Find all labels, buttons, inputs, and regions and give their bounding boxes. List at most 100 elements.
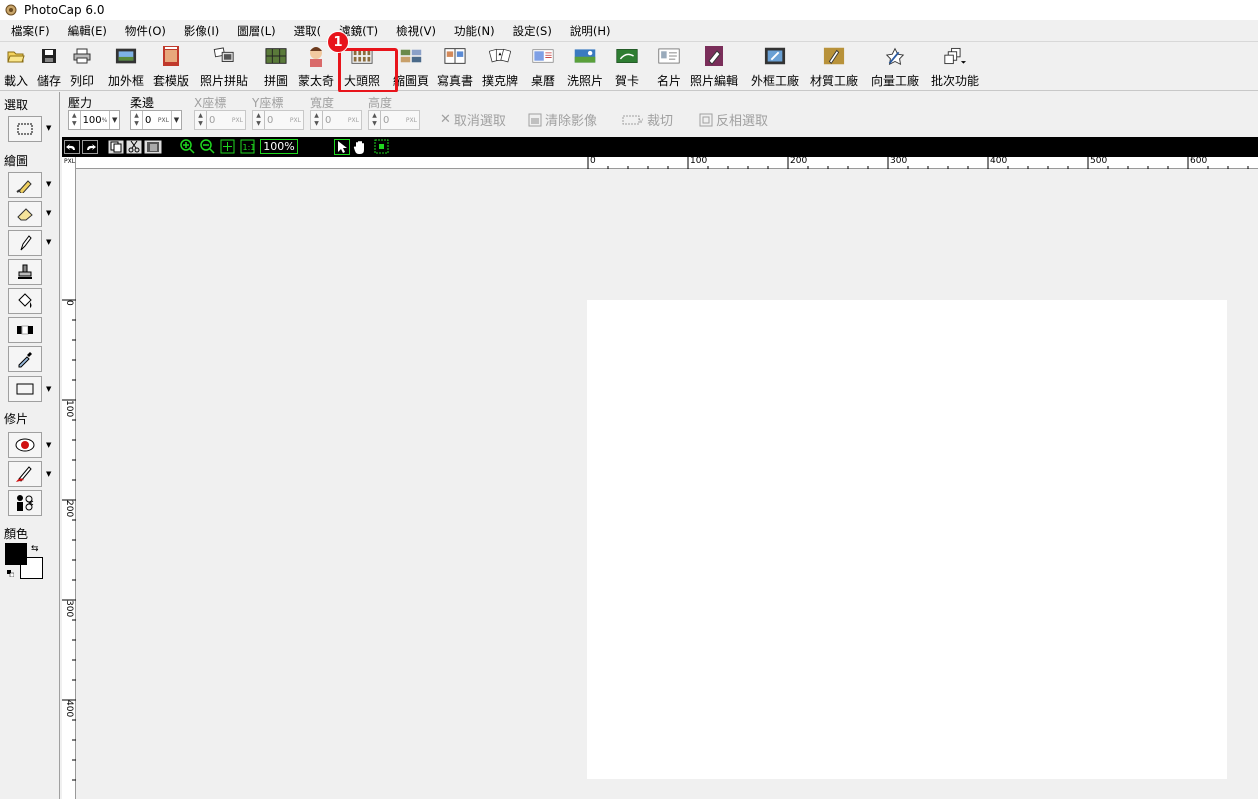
shape-tool[interactable] xyxy=(8,376,42,402)
select-all-button[interactable] xyxy=(374,139,389,154)
menu-object[interactable]: 物件(O) xyxy=(116,23,175,39)
printer-icon xyxy=(71,45,93,67)
width-option: 寬度 ▲ ▼ 0 PXL xyxy=(310,94,362,130)
pressure-spinner[interactable]: ▲ ▼ 100 % ▼ xyxy=(68,110,120,130)
photo-edit-button[interactable]: 照片編輯 xyxy=(690,45,738,89)
spinner-arrows-icon[interactable]: ▲ ▼ xyxy=(195,111,207,129)
undo-button[interactable] xyxy=(64,139,80,154)
foreground-color-swatch[interactable] xyxy=(5,543,27,565)
width-spinner[interactable]: ▲ ▼ 0 PXL xyxy=(310,110,362,130)
zoom-in-button[interactable] xyxy=(180,139,195,154)
clear-image-button[interactable]: 清除影像 xyxy=(528,110,597,129)
spinner-arrows-icon[interactable]: ▲ ▼ xyxy=(253,111,265,129)
brush-icon xyxy=(16,180,32,193)
pointer-tool-button[interactable] xyxy=(334,138,350,155)
redo-button[interactable] xyxy=(82,139,98,154)
ruler-v-tick: 0 xyxy=(64,300,74,306)
batch-icon xyxy=(944,45,966,67)
y-coord-spinner[interactable]: ▲ ▼ 0 PXL xyxy=(252,110,304,130)
pressure-dropdown-icon[interactable]: ▼ xyxy=(109,111,119,129)
menu-help[interactable]: 說明(H) xyxy=(561,23,620,39)
menu-view[interactable]: 檢視(V) xyxy=(387,23,445,39)
save-button[interactable]: 儲存 xyxy=(37,45,61,89)
canvas-toolbar: 1:1 100% xyxy=(62,137,1258,157)
eraser-tool[interactable] xyxy=(8,201,42,227)
desk-calendar-icon xyxy=(532,45,554,67)
batch-button[interactable]: 批次功能 xyxy=(931,45,979,89)
spinner-arrows-icon[interactable]: ▲ ▼ xyxy=(369,111,381,129)
red-eye-dropdown-icon[interactable]: ▼ xyxy=(46,441,51,449)
paste-button[interactable] xyxy=(144,139,162,154)
copy-button[interactable] xyxy=(108,139,124,154)
zoom-out-button[interactable] xyxy=(200,139,215,154)
cutout-tool[interactable] xyxy=(8,490,42,516)
menu-layer[interactable]: 圖層(L) xyxy=(228,23,284,39)
gradient-tool[interactable] xyxy=(8,317,42,343)
spinner-arrows-icon[interactable]: ▲ ▼ xyxy=(311,111,323,129)
business-card-button[interactable]: 名片 xyxy=(657,45,681,89)
brush-dropdown-icon[interactable]: ▼ xyxy=(46,180,51,188)
shape-dropdown-icon[interactable]: ▼ xyxy=(46,385,51,393)
menu-bar: 檔案(F) 編輯(E) 物件(O) 影像(I) 圖層(L) 選取( 濾鏡(T) … xyxy=(0,20,1258,41)
rect-select-tool[interactable] xyxy=(8,116,42,142)
pencil-icon xyxy=(20,235,32,251)
height-spinner[interactable]: ▲ ▼ 0 PXL xyxy=(368,110,420,130)
pencil-tool[interactable] xyxy=(8,230,42,256)
select-tool-dropdown-icon[interactable]: ▼ xyxy=(46,124,51,132)
menu-settings[interactable]: 設定(S) xyxy=(504,23,561,39)
clear-image-icon xyxy=(528,113,542,126)
menu-select[interactable]: 選取( xyxy=(285,23,331,39)
menu-edit[interactable]: 編輯(E) xyxy=(59,23,116,39)
fill-tool[interactable] xyxy=(8,288,42,314)
fit-window-button[interactable] xyxy=(220,139,235,154)
feather-dropdown-icon[interactable]: ▼ xyxy=(171,111,181,129)
canvas-workspace[interactable]: 0 100 200 300 400 500 600 PXL 0 100 200 … xyxy=(62,156,1258,799)
photo-edit-icon xyxy=(703,45,725,67)
stamp-tool[interactable] xyxy=(8,259,42,285)
thumbnail-page-button[interactable]: 縮圖頁 xyxy=(393,45,429,89)
poker-card-button[interactable]: 撲克牌 xyxy=(482,45,518,89)
open-button[interactable]: 載入 xyxy=(4,45,28,89)
frame-factory-button[interactable]: 外框工廠 xyxy=(751,45,799,89)
photo-collage-button[interactable]: 照片拼貼 xyxy=(200,45,248,89)
pan-tool-button[interactable] xyxy=(352,139,368,154)
greeting-card-button[interactable]: 賀卡 xyxy=(615,45,639,89)
spinner-arrows-icon[interactable]: ▲ ▼ xyxy=(69,111,81,129)
photo-book-button[interactable]: 寫真書 xyxy=(437,45,473,89)
actual-size-button[interactable]: 1:1 xyxy=(240,139,255,154)
add-frame-button[interactable]: 加外框 xyxy=(108,45,144,89)
vector-factory-button[interactable]: 向量工廠 xyxy=(871,45,919,89)
image-canvas[interactable] xyxy=(587,300,1227,779)
menu-image[interactable]: 影像(I) xyxy=(175,23,228,39)
puzzle-icon xyxy=(265,45,287,67)
retouch-brush-icon xyxy=(16,466,32,482)
select-section-label: 選取 xyxy=(4,98,29,112)
print-button[interactable]: 列印 xyxy=(70,45,94,89)
swap-colors-icon[interactable]: ⇆ xyxy=(31,544,39,554)
eraser-dropdown-icon[interactable]: ▼ xyxy=(46,209,51,217)
reset-colors-icon[interactable] xyxy=(7,570,14,577)
ruler-h-tick: 600 xyxy=(1190,156,1208,166)
apply-template-button[interactable]: 套模版 xyxy=(153,45,189,89)
texture-factory-button[interactable]: 材質工廠 xyxy=(810,45,858,89)
eyedropper-tool[interactable] xyxy=(8,346,42,372)
montage-button[interactable]: 蒙太奇 xyxy=(298,45,334,89)
puzzle-button[interactable]: 拼圖 xyxy=(264,45,288,89)
invert-selection-button[interactable]: 反相選取 xyxy=(699,110,768,129)
crop-button[interactable]: V 裁切 xyxy=(622,110,673,129)
ruler-v-tick: 200 xyxy=(64,500,74,518)
x-coord-spinner[interactable]: ▲ ▼ 0 PXL xyxy=(194,110,246,130)
menu-function[interactable]: 功能(N) xyxy=(445,23,504,39)
retouch-brush-tool[interactable] xyxy=(8,461,42,487)
red-eye-tool[interactable] xyxy=(8,432,42,458)
feather-spinner[interactable]: ▲ ▼ 0 PXL ▼ xyxy=(130,110,182,130)
desk-calendar-button[interactable]: 桌曆 xyxy=(531,45,555,89)
spinner-arrows-icon[interactable]: ▲ ▼ xyxy=(131,111,143,129)
print-photo-button[interactable]: 洗照片 xyxy=(567,45,603,89)
cut-button[interactable] xyxy=(126,139,142,154)
retouch-brush-dropdown-icon[interactable]: ▼ xyxy=(46,470,51,478)
cancel-selection-button[interactable]: ✕ 取消選取 xyxy=(440,110,506,129)
brush-tool[interactable] xyxy=(8,172,42,198)
pencil-dropdown-icon[interactable]: ▼ xyxy=(46,238,51,246)
menu-file[interactable]: 檔案(F) xyxy=(2,23,59,39)
